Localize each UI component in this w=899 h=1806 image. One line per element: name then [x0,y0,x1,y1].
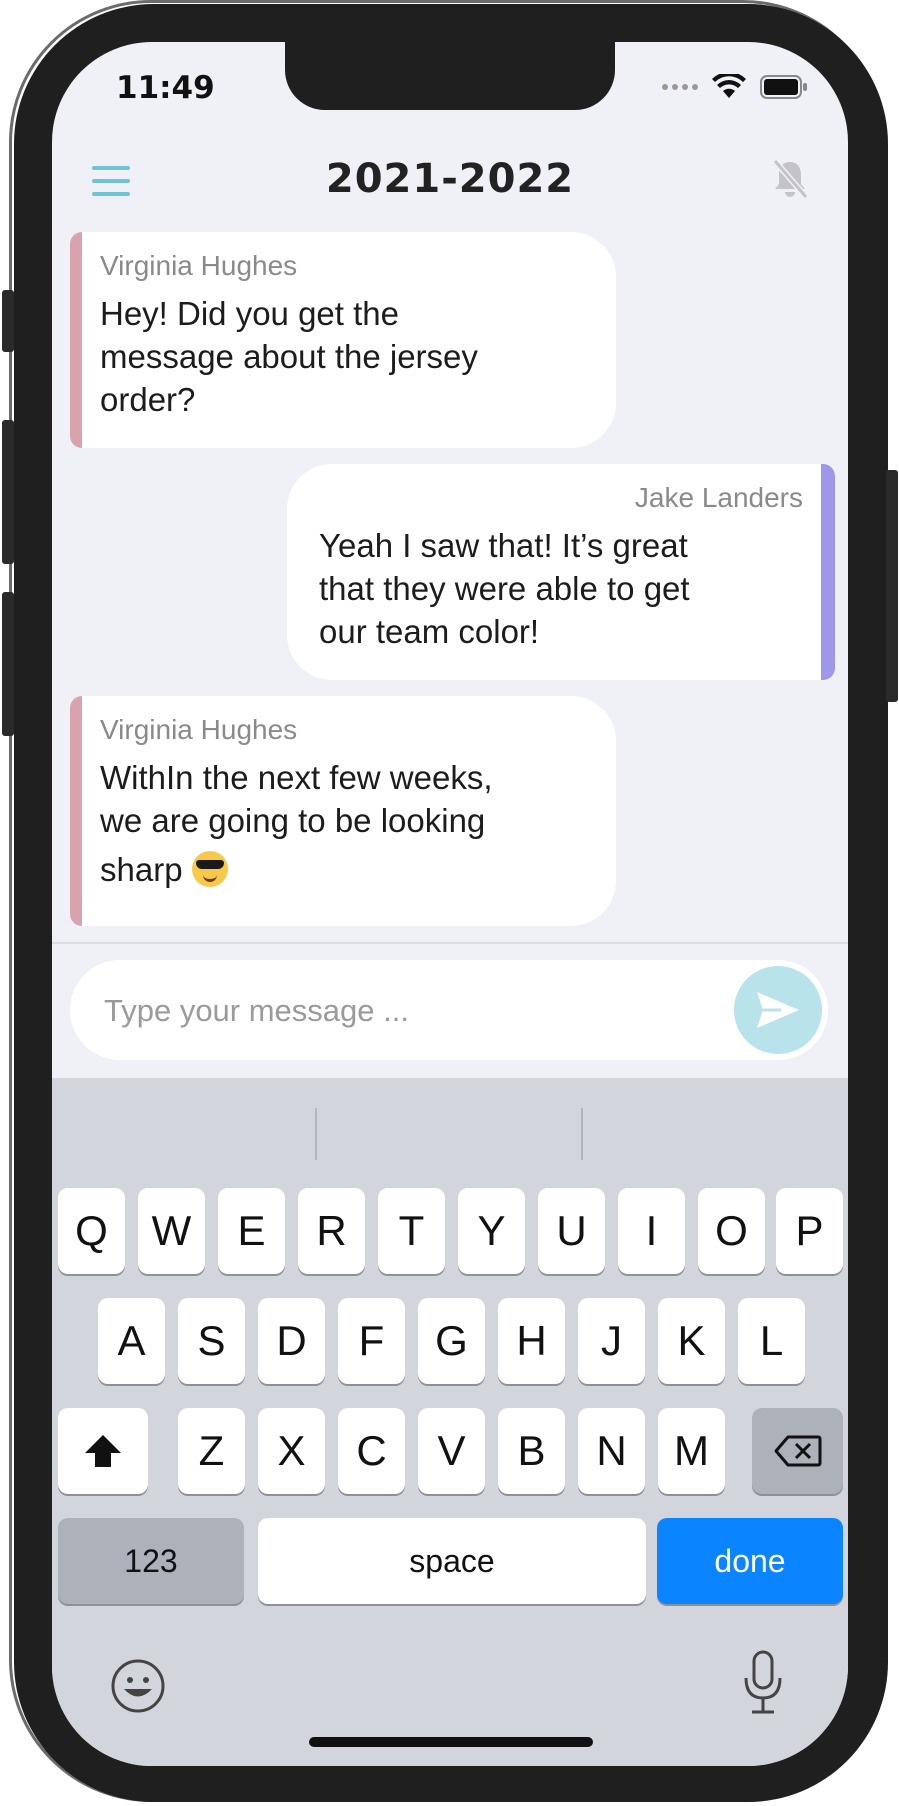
home-indicator[interactable] [309,1737,593,1747]
key-d[interactable]: D [258,1298,325,1384]
volume-up-button [2,420,14,564]
space-key[interactable]: space [258,1518,646,1604]
key-m[interactable]: M [658,1408,725,1494]
message-text: Hey! Did you get the message about the j… [100,295,478,418]
key-b[interactable]: B [498,1408,565,1494]
done-key[interactable]: done [657,1518,843,1604]
backspace-icon [774,1435,821,1467]
key-k[interactable]: K [658,1298,725,1384]
numbers-key[interactable]: 123 [58,1518,244,1604]
key-l[interactable]: L [738,1298,805,1384]
key-n[interactable]: N [578,1408,645,1494]
key-j[interactable]: J [578,1298,645,1384]
key-f[interactable]: F [338,1298,405,1384]
chat-header: 2021-2022 [52,142,848,222]
key-g[interactable]: G [418,1298,485,1384]
key-s[interactable]: S [178,1298,245,1384]
key-i[interactable]: I [618,1188,685,1274]
key-y[interactable]: Y [458,1188,525,1274]
key-w[interactable]: W [138,1188,205,1274]
keyboard: Q W E R T Y U I O P A S D F G H J K L Z … [52,1078,848,1766]
key-h[interactable]: H [498,1298,565,1384]
battery-icon [760,75,807,99]
mute-switch [2,290,14,352]
bell-muted-icon[interactable] [770,158,810,200]
emoji-icon[interactable] [110,1658,166,1714]
send-icon [757,992,799,1028]
key-e[interactable]: E [218,1188,285,1274]
message-sender: Virginia Hughes [100,250,298,281]
key-o[interactable]: O [698,1188,765,1274]
key-u[interactable]: U [538,1188,605,1274]
page-title: 2021-2022 [325,156,575,202]
key-a[interactable]: A [98,1298,165,1384]
shift-key[interactable] [58,1408,148,1494]
notch [285,42,615,110]
volume-down-button [2,592,14,736]
message-composer [70,960,828,1060]
signal-dots-icon [662,84,698,90]
backspace-key[interactable] [752,1408,843,1494]
key-z[interactable]: Z [178,1408,245,1494]
sunglasses-emoji-icon [191,851,228,887]
message-input[interactable] [102,982,706,1040]
key-c[interactable]: C [338,1408,405,1494]
chat-message: Jake Landers Yeah I saw that! It’s great… [287,464,835,680]
key-t[interactable]: T [378,1188,445,1274]
message-text: Yeah I saw that! It’s great that they we… [319,527,690,650]
shift-icon [85,1435,121,1467]
send-button[interactable] [734,966,822,1054]
screen: 11:49 2021-2022 Virginia Hughes Hey! Did… [52,42,848,1766]
chat-message: Virginia Hughes Hey! Did you get the mes… [70,232,616,448]
key-x[interactable]: X [258,1408,325,1494]
key-v[interactable]: V [418,1408,485,1494]
status-icons [662,74,808,100]
status-time: 11:49 [116,70,215,106]
chat-message: Virginia Hughes WithIn the next few week… [70,696,616,926]
key-r[interactable]: R [298,1188,365,1274]
microphone-icon[interactable] [740,1650,786,1716]
suggestion-separator [315,1108,317,1160]
power-button [886,470,898,702]
wifi-icon [712,74,746,98]
message-sender: Virginia Hughes [100,714,298,745]
composer-divider [52,942,848,944]
key-q[interactable]: Q [58,1188,125,1274]
message-text: WithIn the next few weeks, we are going … [100,759,493,888]
suggestion-separator [581,1108,583,1160]
message-sender: Jake Landers [634,482,803,513]
key-p[interactable]: P [776,1188,843,1274]
